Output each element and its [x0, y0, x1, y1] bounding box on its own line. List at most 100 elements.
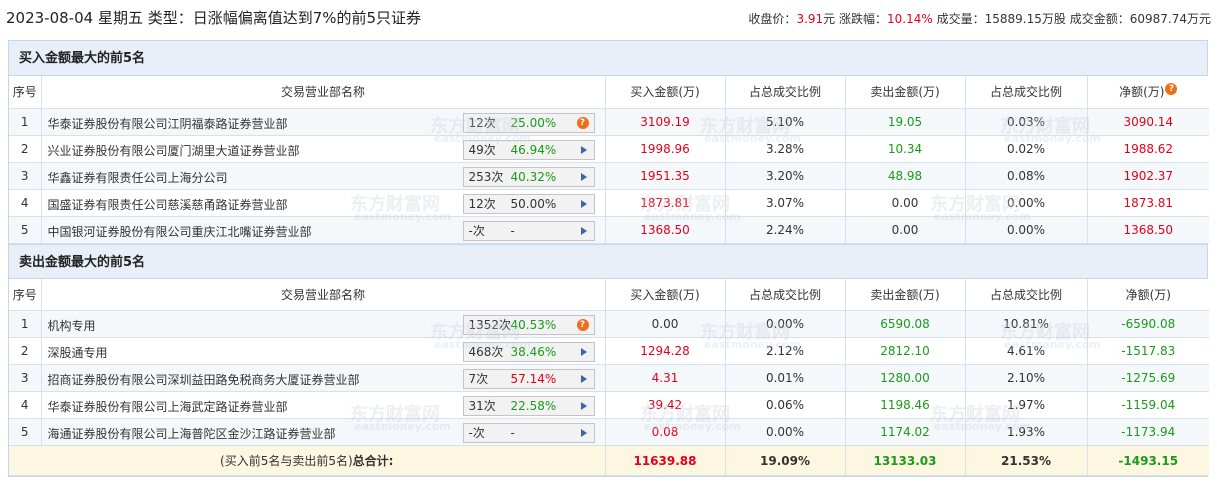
broker-stat-box[interactable]: 12次 50.00% — [462, 193, 595, 214]
broker-name[interactable]: 机构专用 — [48, 317, 96, 334]
trade-count: 12次 — [468, 196, 496, 211]
sell-amount: 0.00 — [845, 216, 966, 244]
broker-cell: 华泰证券股份有限公司江阴福泰路证券营业部 12次 25.00%? — [41, 108, 606, 136]
total-sell-ratio: 21.53% — [965, 445, 1088, 476]
broker-stat-box[interactable]: 49次 46.94% — [462, 139, 595, 160]
expand-arrow-icon[interactable] — [580, 172, 587, 181]
win-rate: 57.14% — [510, 372, 557, 386]
row-seq: 3 — [9, 364, 42, 392]
buy-ratio: 0.01% — [725, 364, 846, 392]
broker-name[interactable]: 深股通专用 — [48, 344, 108, 361]
expand-arrow-icon[interactable] — [580, 429, 587, 437]
expand-arrow-icon[interactable] — [580, 348, 587, 356]
buy-ratio: 3.20% — [725, 162, 846, 190]
broker-cell: 招商证券股份有限公司深圳益田路免税商务大厦证券营业部 7次 57.14% — [41, 364, 606, 392]
expand-arrow-icon[interactable] — [580, 145, 587, 154]
broker-cell: 深股通专用 468次 38.46% — [41, 337, 606, 365]
broker-stat-box[interactable]: 7次 57.14% — [462, 369, 595, 389]
expand-arrow-icon[interactable] — [580, 199, 587, 208]
quote-summary: 收盘价：3.91元 涨跌幅：10.14% 成交量：15889.15万股 成交金额… — [748, 10, 1211, 27]
question-icon[interactable]: ? — [576, 319, 589, 331]
sell-amount: 19.05 — [845, 108, 966, 136]
net-amount: 1368.50 — [1087, 216, 1209, 244]
table-row: 1 机构专用 1352次 40.53%? 0.00 0.00% 6590.08 10.81% -… — [9, 310, 1209, 338]
col-name: 交易营业部名称 — [41, 278, 606, 311]
broker-name[interactable]: 华鑫证券有限责任公司上海分公司 — [48, 169, 228, 186]
col-net: 净额(万)? — [1087, 76, 1209, 109]
broker-name[interactable]: 华泰证券股份有限公司江阴福泰路证券营业部 — [48, 115, 288, 132]
expand-arrow-icon[interactable] — [580, 402, 587, 410]
sell-table: 序号 交易营业部名称 买入金额(万) 占总成交比例 卖出金额(万) 占总成交比例… — [9, 278, 1209, 476]
broker-name[interactable]: 国盛证券有限责任公司慈溪慈甬路证券营业部 — [48, 196, 288, 213]
net-amount: -1275.69 — [1087, 364, 1209, 392]
total-buy: 11639.88 — [605, 445, 726, 476]
col-sell-ratio: 占总成交比例 — [965, 76, 1088, 109]
sell-ratio: 0.03% — [965, 108, 1088, 136]
change-label: 涨跌幅： — [839, 12, 888, 26]
broker-name[interactable]: 中国银河证券股份有限公司重庆江北嘴证券营业部 — [48, 223, 312, 240]
col-seq: 序号 — [9, 278, 42, 311]
broker-cell: 中国银河证券股份有限公司重庆江北嘴证券营业部 -次 - — [41, 216, 606, 244]
sell-amount: 2812.10 — [845, 337, 966, 365]
buy-amount: 1951.35 — [605, 162, 726, 190]
row-seq: 1 — [9, 108, 42, 136]
broker-stat-box[interactable]: 468次 38.46% — [462, 342, 595, 362]
row-seq: 4 — [9, 189, 42, 217]
buy-amount: 1368.50 — [605, 216, 726, 244]
col-seq: 序号 — [9, 76, 42, 109]
col-net-label: 净额(万) — [1119, 85, 1165, 100]
win-rate: 46.94% — [510, 142, 557, 157]
buy-amount: 0.00 — [605, 310, 726, 338]
broker-stat-box[interactable]: -次 - — [462, 423, 595, 443]
broker-cell: 华鑫证券有限责任公司上海分公司 253次 40.32% — [41, 162, 606, 190]
buy-ratio: 3.28% — [725, 135, 846, 163]
broker-cell: 兴业证券股份有限公司厦门湖里大道证券营业部 49次 46.94% — [41, 135, 606, 163]
buy-ratio: 0.00% — [725, 418, 846, 446]
net-amount: 1873.81 — [1087, 189, 1209, 217]
broker-name[interactable]: 华泰证券股份有限公司上海武定路证券营业部 — [48, 398, 288, 415]
table-row: 5 海通证券股份有限公司上海普陀区金沙江路证券营业部 -次 - 0.08 0.00% 117… — [9, 418, 1209, 446]
broker-name[interactable]: 招商证券股份有限公司深圳益田路免税商务大厦证券营业部 — [48, 371, 360, 388]
trade-count: 49次 — [468, 142, 496, 157]
win-rate: 38.46% — [510, 345, 557, 359]
net-amount: 1988.62 — [1087, 135, 1209, 163]
sell-ratio: 0.00% — [965, 216, 1088, 244]
buy-amount: 3109.19 — [605, 108, 726, 136]
net-amount: -1173.94 — [1087, 418, 1209, 446]
broker-stat-box[interactable]: 1352次 40.53%? — [462, 315, 595, 335]
trade-count: 1352次 — [468, 318, 512, 332]
question-icon[interactable]: ? — [576, 116, 589, 129]
expand-arrow-icon[interactable] — [580, 375, 587, 383]
col-sell-ratio: 占总成交比例 — [965, 278, 1088, 311]
trade-count: -次 — [468, 223, 485, 238]
broker-stat-box[interactable]: -次 - — [462, 220, 595, 241]
help-question-icon[interactable]: ? — [1165, 83, 1178, 96]
net-amount: -1159.04 — [1087, 391, 1209, 419]
sell-section-title: 卖出金额最大的前5名 — [9, 243, 1207, 279]
col-net: 净额(万) — [1087, 278, 1209, 311]
row-seq: 3 — [9, 162, 42, 190]
total-label-prefix: (买入前5名与卖出前5名) — [220, 454, 353, 468]
broker-stat-box[interactable]: 31次 22.58% — [462, 396, 595, 416]
buy-table-body: 1 华泰证券股份有限公司江阴福泰路证券营业部 12次 25.00%? 3109.19 5.… — [9, 108, 1209, 244]
buy-ratio: 2.12% — [725, 337, 846, 365]
table-row: 3 招商证券股份有限公司深圳益田路免税商务大厦证券营业部 7次 57.14% 4.31 0… — [9, 364, 1209, 392]
broker-name[interactable]: 兴业证券股份有限公司厦门湖里大道证券营业部 — [48, 142, 300, 159]
expand-arrow-icon[interactable] — [580, 226, 587, 235]
sell-ratio: 2.10% — [965, 364, 1088, 392]
volume-label: 成交量： — [936, 12, 985, 26]
buy-table: 序号 交易营业部名称 买入金额(万) 占总成交比例 卖出金额(万) 占总成交比例… — [9, 76, 1209, 244]
row-seq: 1 — [9, 310, 42, 338]
broker-stat-box[interactable]: 12次 25.00%? — [462, 112, 595, 133]
close-price-unit: 元 — [823, 12, 836, 26]
col-buy-ratio: 占总成交比例 — [725, 76, 846, 109]
broker-cell: 华泰证券股份有限公司上海武定路证券营业部 31次 22.58% — [41, 391, 606, 419]
net-amount: -1517.83 — [1087, 337, 1209, 365]
change-value: 10.14% — [887, 12, 933, 26]
win-rate: 22.58% — [510, 399, 557, 413]
broker-name[interactable]: 海通证券股份有限公司上海普陀区金沙江路证券营业部 — [48, 425, 336, 442]
win-rate: 25.00% — [510, 115, 557, 130]
broker-stat-box[interactable]: 253次 40.32% — [462, 166, 595, 187]
row-seq: 5 — [9, 216, 42, 244]
buy-ratio: 0.00% — [725, 310, 846, 338]
